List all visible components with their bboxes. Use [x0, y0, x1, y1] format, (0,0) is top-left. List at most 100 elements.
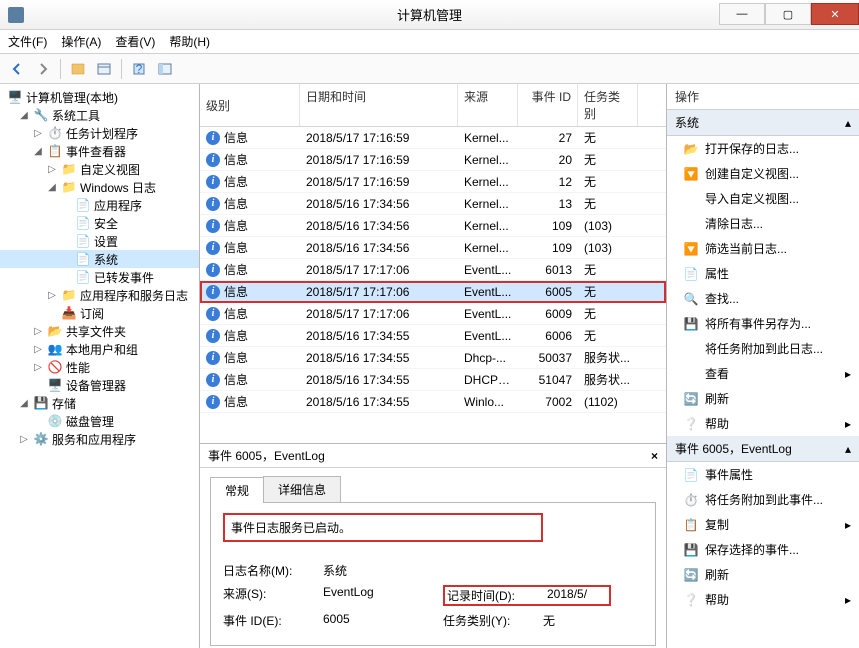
action-clear-log[interactable]: 清除日志... [667, 211, 859, 236]
tree-system-log[interactable]: 📄系统 [0, 250, 199, 268]
action-save-selected[interactable]: 💾保存选择的事件... [667, 537, 859, 562]
action-attach-task-event[interactable]: ⏱️将任务附加到此事件... [667, 487, 859, 512]
table-row[interactable]: i信息2018/5/17 17:17:06EventL...6009无 [200, 303, 666, 325]
table-row[interactable]: i信息2018/5/17 17:17:06EventL...6005无 [200, 281, 666, 303]
actions-section-event[interactable]: 事件 6005，EventLog▴ [667, 436, 859, 462]
tree-security-log[interactable]: 📄安全 [0, 214, 199, 232]
action-help[interactable]: ❔帮助▸ [667, 411, 859, 436]
cell-source: EventL... [458, 285, 518, 299]
source-value: EventLog [323, 585, 443, 606]
tree-system-tools[interactable]: ◢🔧系统工具 [0, 106, 199, 124]
info-icon: i [206, 395, 220, 409]
action-attach-task-log[interactable]: 将任务附加到此日志... [667, 336, 859, 361]
table-row[interactable]: i信息2018/5/16 17:34:56Kernel...13无 [200, 193, 666, 215]
import-icon [683, 191, 699, 207]
table-row[interactable]: i信息2018/5/16 17:34:56Kernel...109(103) [200, 215, 666, 237]
tree-storage[interactable]: ◢💾存储 [0, 394, 199, 412]
collapse-icon[interactable]: ▴ [845, 116, 851, 130]
view-button[interactable] [154, 58, 176, 80]
action-open-saved-log[interactable]: 📂打开保存的日志... [667, 136, 859, 161]
logname-label: 日志名称(M): [223, 562, 323, 579]
action-save-all[interactable]: 💾将所有事件另存为... [667, 311, 859, 336]
clear-icon [683, 216, 699, 232]
tree-task-scheduler[interactable]: ▷⏱️任务计划程序 [0, 124, 199, 142]
col-level[interactable]: 级别 [200, 84, 300, 126]
title-bar: 计算机管理 — ▢ ✕ [0, 0, 859, 30]
help-icon: ❔ [683, 592, 699, 608]
tree-forwarded-events[interactable]: 📄已转发事件 [0, 268, 199, 286]
eventid-value: 6005 [323, 612, 443, 629]
tree-windows-logs[interactable]: ◢📁Windows 日志 [0, 178, 199, 196]
action-import-custom-view[interactable]: 导入自定义视图... [667, 186, 859, 211]
detail-close-icon[interactable]: × [651, 449, 658, 463]
window-title: 计算机管理 [397, 5, 462, 24]
action-find[interactable]: 🔍查找... [667, 286, 859, 311]
help-button[interactable]: ? [128, 58, 150, 80]
columns-button[interactable] [93, 58, 115, 80]
tab-general[interactable]: 常规 [210, 477, 264, 503]
info-icon: i [206, 241, 220, 255]
menu-action[interactable]: 操作(A) [61, 33, 101, 50]
action-refresh-2[interactable]: 🔄刷新 [667, 562, 859, 587]
tree-disk-management[interactable]: 💿磁盘管理 [0, 412, 199, 430]
tree-device-manager[interactable]: 🖥️设备管理器 [0, 376, 199, 394]
close-button[interactable]: ✕ [811, 3, 859, 25]
menu-view[interactable]: 查看(V) [115, 33, 155, 50]
action-copy[interactable]: 📋复制▸ [667, 512, 859, 537]
navigation-tree[interactable]: 🖥️计算机管理(本地) ◢🔧系统工具 ▷⏱️任务计划程序 ◢📋事件查看器 ▷📁自… [0, 84, 200, 648]
tab-details[interactable]: 详细信息 [263, 476, 341, 502]
actions-pane: 操作 系统▴ 📂打开保存的日志... 🔽创建自定义视图... 导入自定义视图..… [667, 84, 859, 648]
action-help-2[interactable]: ❔帮助▸ [667, 587, 859, 612]
menu-help[interactable]: 帮助(H) [169, 33, 210, 50]
cell-eventid: 109 [518, 219, 578, 233]
tree-shared-folders[interactable]: ▷📂共享文件夹 [0, 322, 199, 340]
table-row[interactable]: i信息2018/5/16 17:34:55Winlo...7002(1102) [200, 391, 666, 413]
table-row[interactable]: i信息2018/5/17 17:16:59Kernel...20无 [200, 149, 666, 171]
action-event-properties[interactable]: 📄事件属性 [667, 462, 859, 487]
action-refresh[interactable]: 🔄刷新 [667, 386, 859, 411]
tree-services-apps[interactable]: ▷⚙️服务和应用程序 [0, 430, 199, 448]
table-row[interactable]: i信息2018/5/16 17:34:55EventL...6006无 [200, 325, 666, 347]
col-datetime[interactable]: 日期和时间 [300, 84, 458, 126]
forward-button[interactable] [32, 58, 54, 80]
table-row[interactable]: i信息2018/5/16 17:34:55DHCPv...51047服务状... [200, 369, 666, 391]
tree-custom-views[interactable]: ▷📁自定义视图 [0, 160, 199, 178]
info-icon: i [206, 307, 220, 321]
tree-application-log[interactable]: 📄应用程序 [0, 196, 199, 214]
event-message: 事件日志服务已启动。 [223, 513, 543, 542]
table-row[interactable]: i信息2018/5/16 17:34:56Kernel...109(103) [200, 237, 666, 259]
show-hide-tree-button[interactable] [67, 58, 89, 80]
actions-section-system[interactable]: 系统▴ [667, 110, 859, 136]
tree-root[interactable]: 🖥️计算机管理(本地) [0, 88, 199, 106]
col-eventid[interactable]: 事件 ID [518, 84, 578, 126]
event-list[interactable]: 级别 日期和时间 来源 事件 ID 任务类别 i信息2018/5/17 17:1… [200, 84, 666, 444]
cell-source: EventL... [458, 307, 518, 321]
menu-file[interactable]: 文件(F) [8, 33, 47, 50]
back-button[interactable] [6, 58, 28, 80]
col-category[interactable]: 任务类别 [578, 84, 638, 126]
table-row[interactable]: i信息2018/5/17 17:16:59Kernel...27无 [200, 127, 666, 149]
minimize-button[interactable]: — [719, 3, 765, 25]
save-icon: 💾 [683, 542, 699, 558]
action-create-custom-view[interactable]: 🔽创建自定义视图... [667, 161, 859, 186]
cell-eventid: 6006 [518, 329, 578, 343]
cell-level: 信息 [224, 173, 248, 190]
maximize-button[interactable]: ▢ [765, 3, 811, 25]
cell-level: 信息 [224, 305, 248, 322]
table-row[interactable]: i信息2018/5/17 17:17:06EventL...6013无 [200, 259, 666, 281]
col-source[interactable]: 来源 [458, 84, 518, 126]
table-row[interactable]: i信息2018/5/17 17:16:59Kernel...12无 [200, 171, 666, 193]
tree-event-viewer[interactable]: ◢📋事件查看器 [0, 142, 199, 160]
tree-performance[interactable]: ▷🚫性能 [0, 358, 199, 376]
table-row[interactable]: i信息2018/5/16 17:34:55Dhcp-...50037服务状... [200, 347, 666, 369]
cell-datetime: 2018/5/17 17:16:59 [300, 175, 458, 189]
action-filter-log[interactable]: 🔽筛选当前日志... [667, 236, 859, 261]
cell-datetime: 2018/5/17 17:17:06 [300, 307, 458, 321]
tree-local-users[interactable]: ▷👥本地用户和组 [0, 340, 199, 358]
action-properties[interactable]: 📄属性 [667, 261, 859, 286]
tree-setup-log[interactable]: 📄设置 [0, 232, 199, 250]
tree-app-service-logs[interactable]: ▷📁应用程序和服务日志 [0, 286, 199, 304]
collapse-icon[interactable]: ▴ [845, 442, 851, 456]
action-view[interactable]: 查看▸ [667, 361, 859, 386]
tree-subscriptions[interactable]: 📥订阅 [0, 304, 199, 322]
